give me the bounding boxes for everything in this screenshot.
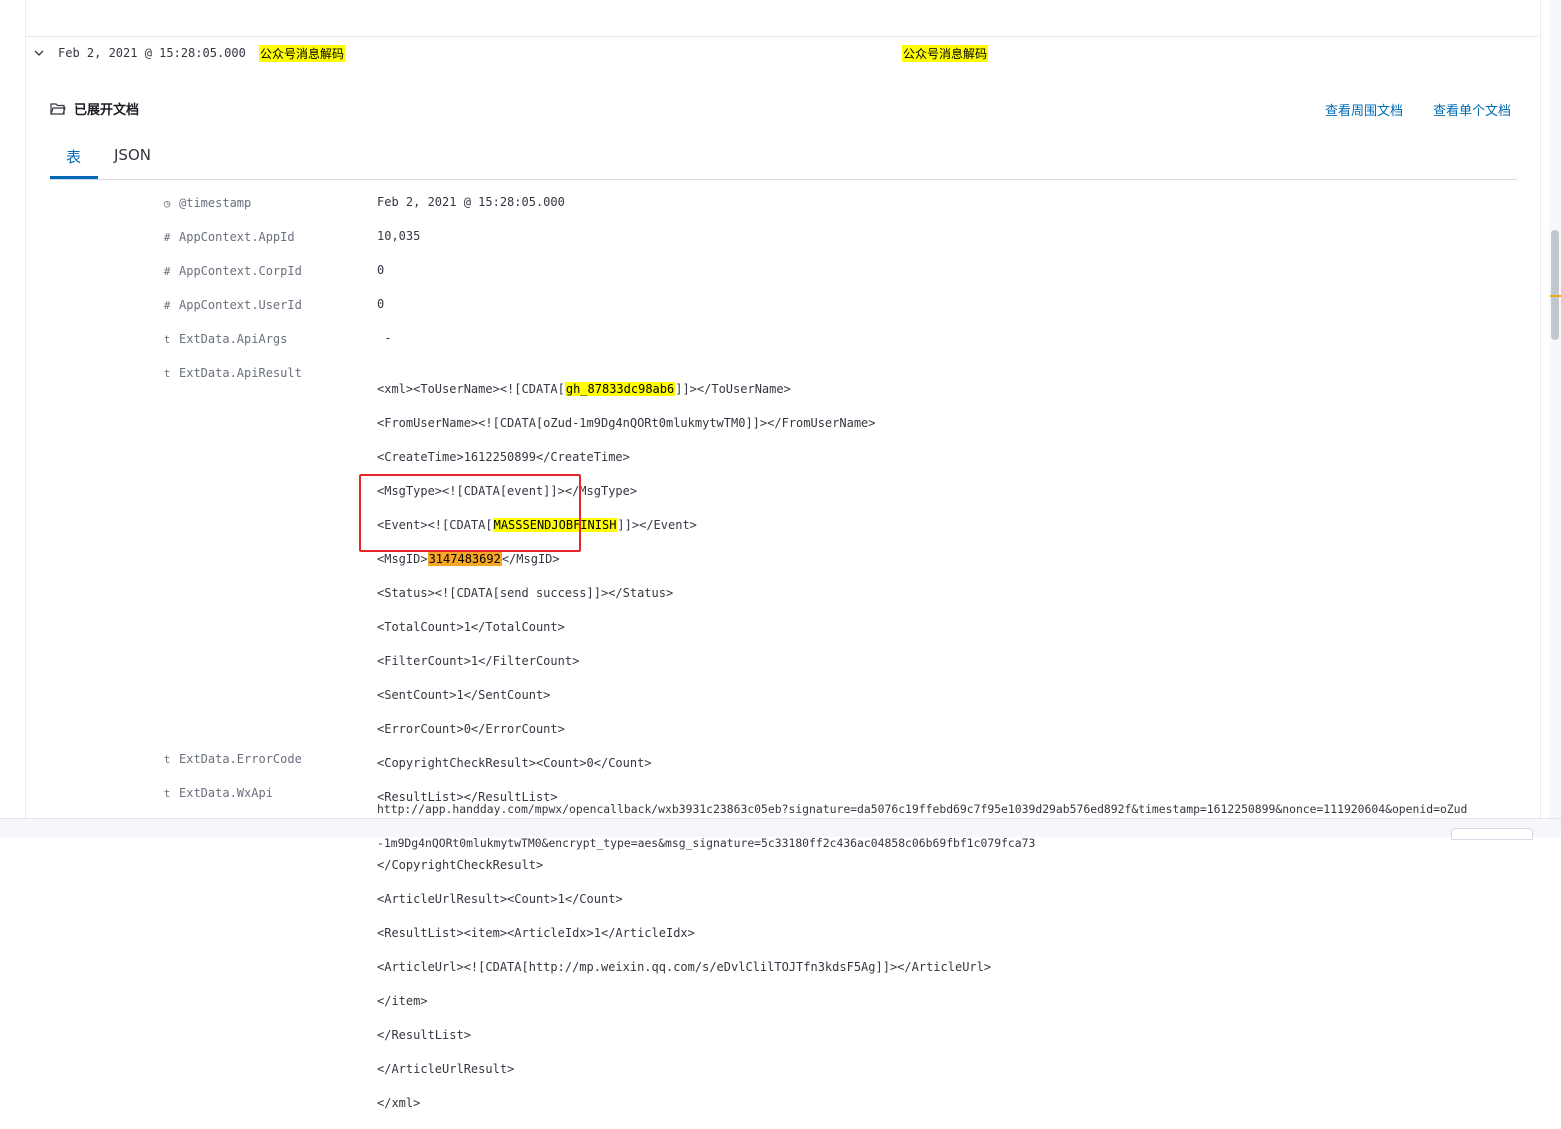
field-value: 10,035 (377, 229, 421, 243)
text-icon: t (163, 753, 171, 766)
field-value: 0 (377, 263, 385, 277)
field-row: # AppContext.CorpId (160, 264, 302, 278)
field-name[interactable]: AppContext.UserId (179, 298, 302, 312)
field-name[interactable]: ExtData.ErrorCode (179, 752, 302, 766)
xml-line: <xml><ToUserName><![CDATA[gh_87833dc98ab… (377, 382, 791, 396)
xml-line: </item> (377, 994, 428, 1008)
scrollbar-match-marker (1550, 295, 1561, 297)
xml-line: <CopyrightCheckResult><Count>0</Count> (377, 756, 652, 770)
text-icon: t (163, 787, 171, 800)
bottom-pagination-box[interactable] (1451, 828, 1533, 840)
doc-view-tabs: 表 JSON (50, 140, 1517, 180)
row-tag-left: 公众号消息解码 (259, 45, 346, 62)
scrollbar-track[interactable] (1549, 0, 1561, 836)
field-value: - (377, 751, 392, 765)
row-separator (25, 36, 1539, 37)
field-value: Feb 2, 2021 @ 15:28:05.000 (377, 195, 565, 209)
field-name[interactable]: @timestamp (179, 196, 251, 210)
xml-line: <ResultList><item><ArticleIdx>1</Article… (377, 926, 695, 940)
field-value: - (377, 331, 392, 345)
annotation-box (359, 474, 581, 552)
field-row: t ExtData.ApiArgs (160, 332, 288, 346)
xml-line: <SentCount>1</SentCount> (377, 688, 551, 702)
view-single-document-link[interactable]: 查看单个文档 (1433, 100, 1511, 119)
field-row: t ExtData.ApiResult (160, 366, 302, 380)
clock-icon: ◷ (163, 197, 171, 210)
tab-table[interactable]: 表 (66, 146, 81, 167)
expanded-document-title: 已展开文档 (74, 103, 140, 118)
xml-line: <TotalCount>1</TotalCount> (377, 620, 565, 634)
text-icon: t (163, 367, 171, 380)
active-tab-indicator (50, 176, 98, 179)
expanded-document-header: 已展开文档 (50, 99, 139, 118)
folder-open-icon (50, 102, 66, 115)
field-row: # AppContext.UserId (160, 298, 302, 312)
number-icon: # (163, 265, 171, 278)
row-timestamp: Feb 2, 2021 @ 15:28:05.000 (58, 46, 246, 60)
field-row: t ExtData.WxApi (160, 786, 273, 800)
xml-line: <FromUserName><![CDATA[oZud-1m9Dg4nQORt0… (377, 416, 876, 430)
search-highlight: gh_87833dc98ab6 (564, 382, 676, 396)
xml-line: <FilterCount>1</FilterCount> (377, 654, 580, 668)
field-name[interactable]: AppContext.CorpId (179, 264, 302, 278)
xml-line: <CreateTime>1612250899</CreateTime> (377, 450, 630, 464)
field-row: # AppContext.AppId (160, 230, 295, 244)
number-icon: # (163, 231, 171, 244)
text-icon: t (163, 333, 171, 346)
field-name[interactable]: ExtData.WxApi (179, 786, 273, 800)
scrollbar-thumb[interactable] (1551, 230, 1559, 340)
chevron-down-icon[interactable] (32, 46, 46, 60)
field-value: 0 (377, 297, 385, 311)
number-icon: # (163, 299, 171, 312)
xml-line: <ArticleUrlResult><Count>1</Count> (377, 892, 623, 906)
field-name[interactable]: ExtData.ApiArgs (179, 332, 287, 346)
xml-line: <ArticleUrl><![CDATA[http://mp.weixin.qq… (377, 960, 992, 974)
field-name[interactable]: AppContext.AppId (179, 230, 295, 244)
field-row: t ExtData.ErrorCode (160, 752, 302, 766)
row-tag-right: 公众号消息解码 (902, 45, 989, 62)
view-surrounding-documents-link[interactable]: 查看周围文档 (1325, 100, 1403, 119)
xml-line: </ResultList> (377, 1028, 471, 1042)
xml-line: <ErrorCount>0</ErrorCount> (377, 722, 565, 736)
bottom-bar (0, 818, 1561, 837)
xml-line: </ArticleUrlResult> (377, 1062, 515, 1076)
url-line: -1m9Dg4nQORt0mlukmytwTM0&encrypt_type=ae… (377, 836, 1036, 850)
xml-line: <Status><![CDATA[send success]]></Status… (377, 586, 674, 600)
xml-line: <MsgID>3147483692</MsgID> (377, 552, 560, 566)
url-line: http://app.handday.com/mpwx/opencallback… (377, 802, 1468, 816)
tab-json[interactable]: JSON (114, 146, 151, 164)
xml-line: </xml> (377, 1096, 421, 1110)
field-row: ◷ @timestamp (160, 196, 252, 210)
search-highlight-active: 3147483692 (427, 552, 502, 566)
field-name[interactable]: ExtData.ApiResult (179, 366, 302, 380)
